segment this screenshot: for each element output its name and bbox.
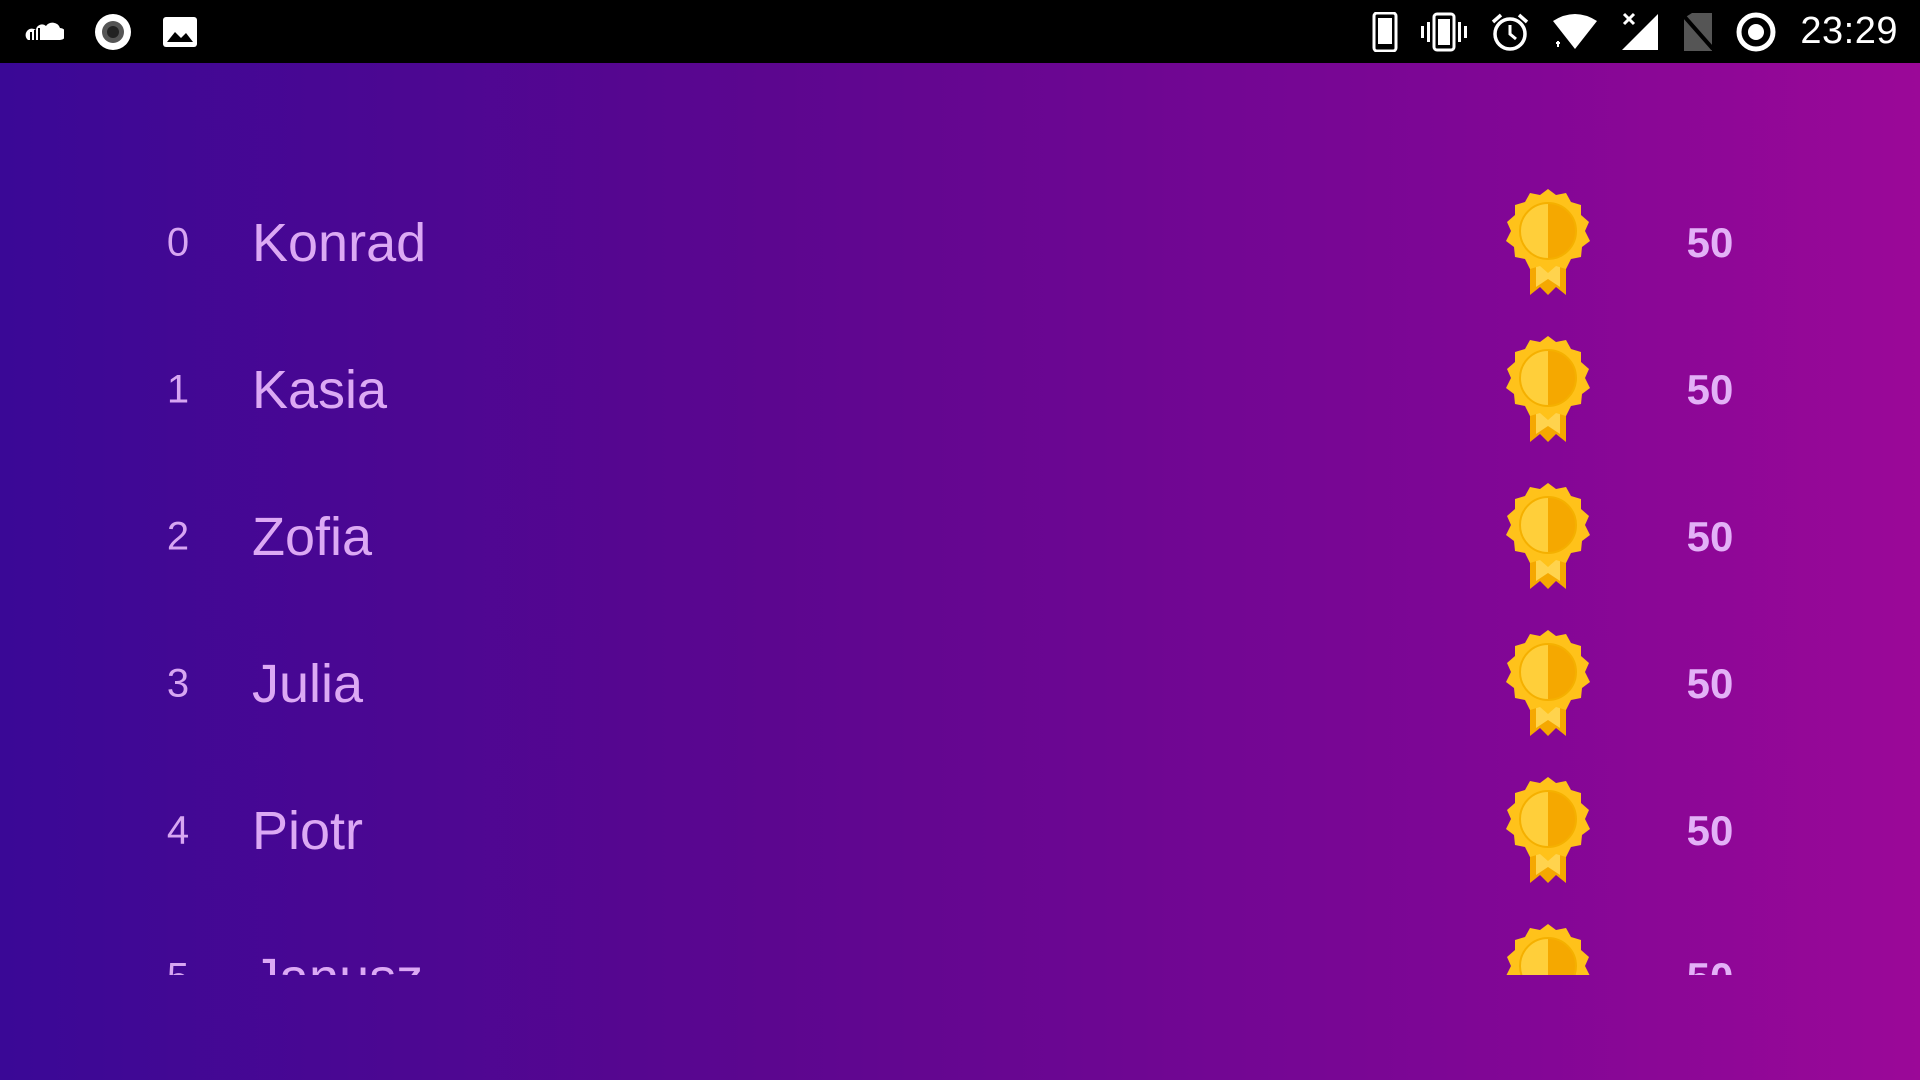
row-score: 50 [1686,807,1734,854]
medal-icon [1500,481,1596,593]
row-score: 50 [1686,660,1734,707]
medal-icon [1500,922,1596,975]
row-score: 50 [1686,513,1734,560]
row-score: 50 [1686,219,1734,266]
medal-icon [1500,775,1596,887]
leaderboard-row[interactable]: 1 Kasia 50 [0,317,1920,464]
row-rank: 5 [158,956,198,976]
leaderboard-list[interactable]: 0 Konrad 50 1 Kasia 50 2 Zofia 50 3 Julia 50 4 Pi… [0,63,1920,975]
leaderboard-row[interactable]: 0 Konrad 50 [0,170,1920,317]
row-player-name: Piotr [252,801,364,861]
phone-icon [1372,11,1398,52]
signal-icon [1620,12,1660,52]
status-bar-left [24,0,228,63]
sync-icon [1736,12,1776,52]
row-player-name: Kasia [252,360,388,420]
row-player-name: Konrad [252,213,427,273]
leaderboard-row[interactable]: 2 Zofia 50 [0,464,1920,611]
vibrate-icon [1420,12,1468,52]
row-score: 50 [1640,954,1780,975]
wifi-icon [1552,13,1598,51]
cloud-icon [24,20,64,44]
status-time: 23:29 [1800,10,1898,52]
status-bar-right: 23:29 [1350,0,1898,63]
image-icon [162,16,198,48]
row-player-name: Julia [252,654,364,714]
row-rank: 3 [166,661,190,706]
no-sim-icon [1682,12,1715,52]
leaderboard-row[interactable]: 4 Piotr 50 [0,758,1920,905]
status-bar: 23:29 [0,0,1920,63]
app-screen: 23:29 0 Konrad 50 1 Kasia 50 2 Zofia 50 3 Julia… [0,0,1920,1080]
row-player-name: Janusz [252,947,423,975]
row-rank: 1 [166,367,190,412]
row-rank: 0 [166,220,190,265]
row-score: 50 [1686,366,1734,413]
leaderboard-row[interactable]: 3 Julia 50 [0,611,1920,758]
medal-icon [1500,334,1596,446]
record-icon [94,13,132,51]
row-player-name: Zofia [252,507,373,567]
medal-icon [1500,628,1596,740]
row-rank: 2 [166,514,190,559]
row-rank: 4 [166,808,190,853]
alarm-icon [1490,12,1530,52]
medal-icon [1500,187,1596,299]
leaderboard-row[interactable]: 5 Janusz 50 [0,905,1920,976]
